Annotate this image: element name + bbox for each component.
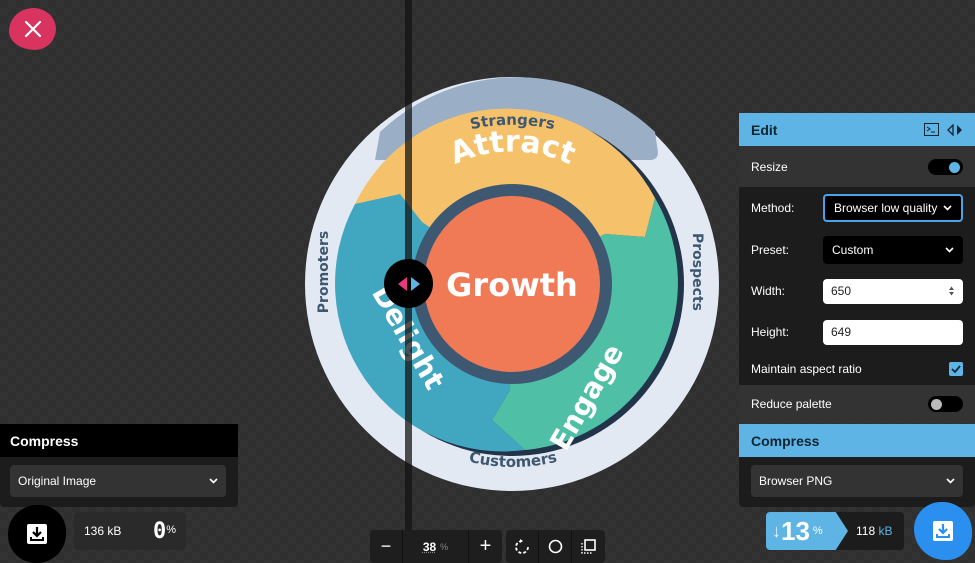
split-view-arrows-icon[interactable] [947, 123, 963, 136]
resize-label: Resize [751, 159, 788, 174]
zoom-unit: % [440, 541, 449, 552]
method-label: Method: [751, 201, 795, 215]
compress-right-title: Compress [751, 432, 820, 449]
growth-label: Growth [446, 266, 578, 304]
width-label: Width: [751, 284, 786, 298]
width-input[interactable]: 650 [823, 278, 963, 304]
number-spinner-icon[interactable] [948, 285, 955, 297]
compress-right-select[interactable]: Browser PNG [751, 465, 963, 497]
fit-to-screen-button[interactable] [572, 530, 605, 563]
compress-right-select-value: Browser PNG [759, 474, 833, 488]
compress-panel-right: Compress Browser PNG [739, 424, 975, 507]
compress-left-select[interactable]: Original Image [10, 465, 226, 497]
prospects-label: Prospects [689, 233, 705, 311]
original-reduction: 0% [153, 519, 176, 544]
background-toggle-button[interactable] [539, 530, 572, 563]
compress-panel-left: Compress Original Image [0, 424, 238, 507]
preset-label: Preset: [751, 243, 790, 257]
method-select-value: Browser low quality [834, 201, 938, 215]
close-icon [24, 20, 41, 38]
reduce-palette-row: Reduce palette [739, 385, 975, 423]
maintain-aspect-row: Maintain aspect ratio [739, 353, 975, 385]
compressed-size-unit: kB [878, 524, 893, 538]
close-button[interactable] [9, 8, 56, 50]
zoom-in-button[interactable]: + [469, 530, 502, 563]
resize-row: Resize [739, 146, 975, 187]
compress-left-select-value: Original Image [18, 474, 97, 488]
image-preview: Growth Attract Engage Delight Strangers … [300, 72, 725, 497]
compressed-size-value: 118 [856, 524, 876, 538]
chevron-down-icon [209, 478, 218, 484]
minus-icon: − [380, 536, 392, 556]
edit-panel-header: Edit [739, 113, 975, 146]
width-row: Width: 650 [739, 271, 975, 311]
terminal-icon[interactable] [924, 123, 939, 136]
reduction-badge: ↓ 13 % [766, 512, 848, 550]
download-original-button[interactable] [8, 505, 66, 563]
compress-left-header: Compress [0, 424, 238, 457]
download-icon [27, 524, 47, 544]
height-input-value: 649 [831, 325, 852, 339]
compressed-size: 118 kB [856, 524, 893, 538]
zoom-toolbar: − 38 % + [370, 530, 605, 563]
compress-left-title: Compress [10, 432, 79, 449]
original-stats: 136 kB 0% [74, 512, 186, 550]
preset-row: Preset: Custom [739, 229, 975, 271]
resize-toggle[interactable] [928, 158, 963, 175]
height-row: Height: 649 [739, 311, 975, 353]
zoom-level-input[interactable]: 38 % [403, 530, 469, 563]
compress-right-header: Compress [739, 424, 975, 457]
maintain-aspect-label: Maintain aspect ratio [751, 362, 862, 376]
preset-select[interactable]: Custom [823, 236, 963, 264]
chevron-down-icon [946, 478, 955, 484]
percent-sign: % [812, 525, 823, 537]
edit-panel-title: Edit [751, 121, 778, 138]
crop-frame-icon [581, 539, 596, 554]
method-row: Method: Browser low quality [739, 187, 975, 229]
reduce-palette-toggle[interactable] [928, 396, 963, 412]
download-compressed-button[interactable] [914, 502, 972, 560]
promoters-label: Promoters [316, 231, 332, 313]
down-arrow-icon: ↓ [772, 520, 781, 541]
width-input-value: 650 [831, 284, 852, 298]
height-input[interactable]: 649 [823, 319, 963, 345]
reduce-palette-label: Reduce palette [751, 397, 832, 411]
method-select[interactable]: Browser low quality [823, 194, 963, 222]
checkmark-icon [951, 365, 961, 373]
left-right-arrows-icon [397, 276, 420, 291]
height-label: Height: [751, 325, 790, 339]
download-icon [933, 521, 953, 541]
maintain-aspect-checkbox[interactable] [949, 362, 963, 376]
chevron-down-icon [943, 205, 952, 211]
circle-icon [548, 539, 562, 554]
chevron-down-icon [945, 247, 954, 253]
preset-select-value: Custom [832, 243, 874, 257]
original-reduction-value: 0 [152, 518, 167, 544]
compressed-stats: ↓ 13 % 118 kB [766, 512, 904, 550]
percent-sign: % [166, 523, 176, 536]
zoom-value: 38 [422, 539, 437, 554]
edit-panel: Edit Resize Method: Browser low quality … [739, 113, 975, 423]
zoom-out-button[interactable]: − [370, 530, 403, 563]
compare-divider-handle[interactable] [384, 259, 433, 308]
original-size: 136 kB [84, 524, 122, 538]
rotate-icon [515, 538, 529, 554]
plus-icon: + [479, 535, 492, 557]
rotate-button[interactable] [506, 530, 539, 563]
reduction-value: 13 [781, 515, 810, 546]
